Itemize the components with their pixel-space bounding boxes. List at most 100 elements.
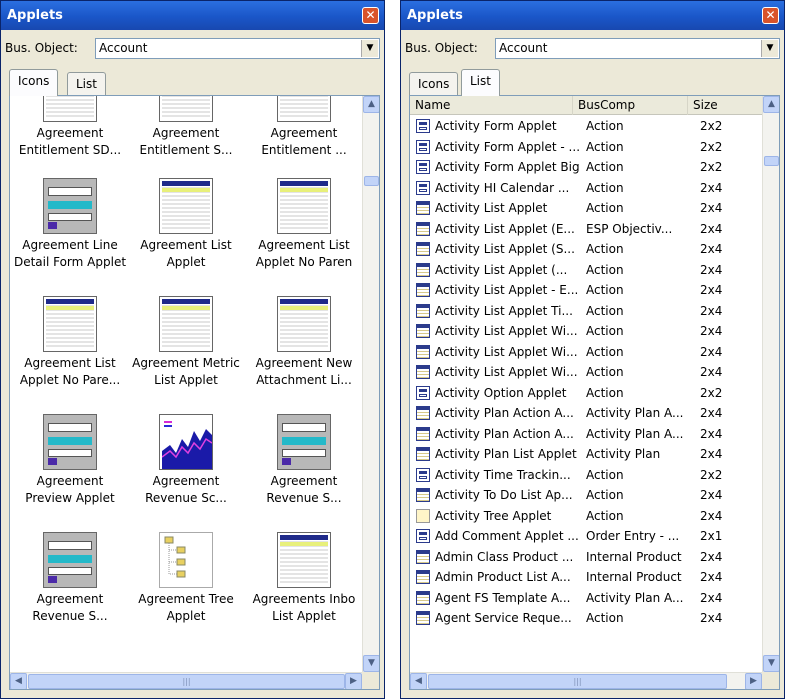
applet-icon-item[interactable]: Agreement Entitlement SD... [12, 96, 128, 159]
close-icon[interactable]: ✕ [762, 7, 779, 24]
column-header-size[interactable]: Size [688, 96, 738, 115]
table-row[interactable]: Activity List Applet Ti... Action 2x4 [410, 301, 762, 322]
cell-size: 2x4 [700, 488, 723, 502]
applet-icon-item[interactable]: Agreement List Applet No Paren [246, 178, 362, 271]
cell-size: 2x4 [700, 508, 723, 523]
cell-name: Activity HI Calendar ... [435, 180, 570, 195]
cell-buscomp: Action [586, 139, 624, 154]
horizontal-scrollbar[interactable]: ◀ ||| ▶ [10, 672, 379, 689]
table-row[interactable]: Activity List Applet Wi... Action 2x4 [410, 342, 762, 363]
table-row[interactable]: Activity List Applet (... Action 2x4 [410, 260, 762, 281]
scroll-thumb-horizontal[interactable]: ||| [28, 674, 345, 689]
cell-name: Activity List Applet [435, 201, 548, 215]
applet-icon-item[interactable]: Agreement List Applet No Pare... [12, 296, 128, 389]
bus-object-dropdown[interactable]: Account ▼ [95, 38, 380, 59]
table-row[interactable]: Activity Plan List Applet Activity Plan 2x… [410, 444, 762, 465]
scroll-up-icon[interactable]: ▲ [363, 96, 379, 113]
applet-icon-item[interactable]: Agreement New Attachment Li... [246, 296, 362, 389]
table-row[interactable]: Activity HI Calendar ... Action 2x4 [410, 178, 762, 199]
close-icon[interactable]: ✕ [362, 7, 379, 24]
applet-icon-label: Agreement [36, 126, 104, 140]
scroll-right-icon[interactable]: ▶ [345, 673, 362, 689]
applet-icon-item[interactable]: Agreement Revenue S... [246, 414, 362, 507]
table-row[interactable]: Admin Product List A... Internal Product 2… [410, 567, 762, 588]
scroll-thumb[interactable] [364, 176, 379, 186]
table-row[interactable]: Agent Service Reque... Action 2x4 [410, 608, 762, 629]
applet-icon-item[interactable]: Agreement Metric List Applet [128, 296, 244, 389]
table-row[interactable]: Activity Tree Applet Action 2x4 [410, 506, 762, 527]
applets-window-list: Applets ✕ Bus. Object: Account ▼ Icons L… [400, 0, 785, 699]
scroll-up-icon[interactable]: ▲ [763, 96, 779, 113]
applet-icon-item[interactable]: Agreement Revenue Sc... [128, 414, 244, 507]
applet-icon-label: Applet No Pare... [19, 373, 121, 387]
scroll-right-icon[interactable]: ▶ [745, 673, 762, 689]
chevron-down-icon[interactable]: ▼ [361, 40, 378, 57]
applet-icon-item[interactable]: Agreement Entitlement S... [128, 96, 244, 159]
bus-object-dropdown[interactable]: Account ▼ [495, 38, 780, 59]
table-row[interactable]: Activity Time Trackin... Action 2x2 [410, 465, 762, 486]
applet-icon-item[interactable]: Agreement Tree Applet [128, 532, 244, 625]
tab-icons[interactable]: Icons [9, 69, 59, 96]
table-row[interactable]: Activity List Applet Action 2x4 [410, 198, 762, 219]
column-header-name[interactable]: Name [410, 96, 573, 115]
applet-icon-item[interactable]: Agreement Preview Applet [12, 414, 128, 507]
applet-icon-label: Agreement [270, 474, 338, 488]
table-row[interactable]: Add Comment Applet ... Order Entry - ... 2… [410, 526, 762, 547]
list-applet-icon [416, 549, 430, 564]
scroll-down-icon[interactable]: ▼ [763, 655, 779, 672]
applet-icon-item[interactable]: Agreement Revenue S... [12, 532, 128, 625]
scroll-left-icon[interactable]: ◀ [10, 673, 27, 689]
table-row[interactable]: Activity List Applet (E... ESP Objectiv..… [410, 219, 762, 240]
cell-name: Activity Plan List Applet [435, 447, 577, 461]
list-applet-icon [416, 283, 430, 297]
applet-icon-item[interactable]: Agreement Entitlement ... [246, 96, 362, 159]
applet-icon-item[interactable]: Agreement Line Detail Form Applet [12, 178, 128, 271]
tab-list[interactable]: List [67, 72, 106, 96]
chevron-down-icon[interactable]: ▼ [761, 40, 778, 57]
cell-name: Activity Plan Action A... [435, 406, 574, 420]
table-row[interactable]: Activity Option Applet Action 2x2 [410, 383, 762, 404]
applet-icon-item[interactable]: Agreements Inbo List Applet [246, 532, 362, 625]
cell-name: Activity Tree Applet [435, 508, 552, 523]
cell-buscomp: Action [586, 488, 624, 502]
cell-size: 2x4 [700, 201, 723, 215]
scroll-left-icon[interactable]: ◀ [410, 673, 427, 689]
tree-applet-icon [159, 532, 213, 588]
applet-icon-item[interactable]: Agreement List Applet [128, 178, 244, 271]
table-row[interactable]: Activity Form Applet Action 2x2 [410, 116, 762, 137]
cell-name: Activity To Do List Ap... [435, 488, 573, 502]
vertical-scrollbar[interactable]: ▲ ▼ [362, 96, 379, 672]
cell-size: 2x2 [700, 385, 723, 400]
table-row[interactable]: Activity To Do List Ap... Action 2x4 [410, 485, 762, 506]
table-row[interactable]: Admin Class Product ... Internal Product 2… [410, 547, 762, 568]
table-row[interactable]: Activity List Applet (S... Action 2x4 [410, 239, 762, 260]
table-row[interactable]: Activity List Applet Wi... Action 2x4 [410, 321, 762, 342]
horizontal-scrollbar[interactable]: ◀ ||| ▶ [410, 672, 779, 689]
table-row[interactable]: Activity Plan Action A... Activity Plan A… [410, 424, 762, 445]
scroll-down-icon[interactable]: ▼ [363, 655, 379, 672]
table-row[interactable]: Activity List Applet - E... Action 2x4 [410, 280, 762, 301]
applet-icon-label: Attachment Li... [256, 373, 352, 387]
chart-applet-icon [159, 414, 213, 470]
vertical-scrollbar[interactable]: ▲ ▼ [762, 96, 779, 672]
form-applet-icon [43, 414, 97, 470]
list-applet-icon [416, 324, 430, 338]
tab-icons[interactable]: Icons [409, 72, 459, 96]
cell-name: Activity Option Applet [435, 385, 567, 400]
bus-object-row: Bus. Object: Account ▼ [5, 37, 380, 61]
table-row[interactable]: Activity List Applet Wi... Action 2x4 [410, 362, 762, 383]
table-row[interactable]: Activity Form Applet Big Action 2x2 [410, 157, 762, 178]
cell-buscomp: Action [586, 611, 624, 625]
cell-size: 2x2 [700, 160, 723, 174]
list-applet-icon [277, 96, 331, 122]
table-row[interactable]: Agent FS Template A... Activity Plan A...… [410, 588, 762, 609]
column-header-buscomp[interactable]: BusComp [573, 96, 688, 115]
cell-buscomp: Action [586, 303, 624, 318]
cell-buscomp: Action [586, 508, 624, 523]
cell-buscomp: Action [586, 365, 624, 379]
scroll-thumb-horizontal[interactable]: ||| [428, 674, 727, 689]
table-row[interactable]: Activity Form Applet - ... Action 2x2 [410, 137, 762, 158]
tab-list[interactable]: List [461, 69, 500, 96]
scroll-thumb[interactable] [764, 156, 779, 166]
table-row[interactable]: Activity Plan Action A... Activity Plan A… [410, 403, 762, 424]
